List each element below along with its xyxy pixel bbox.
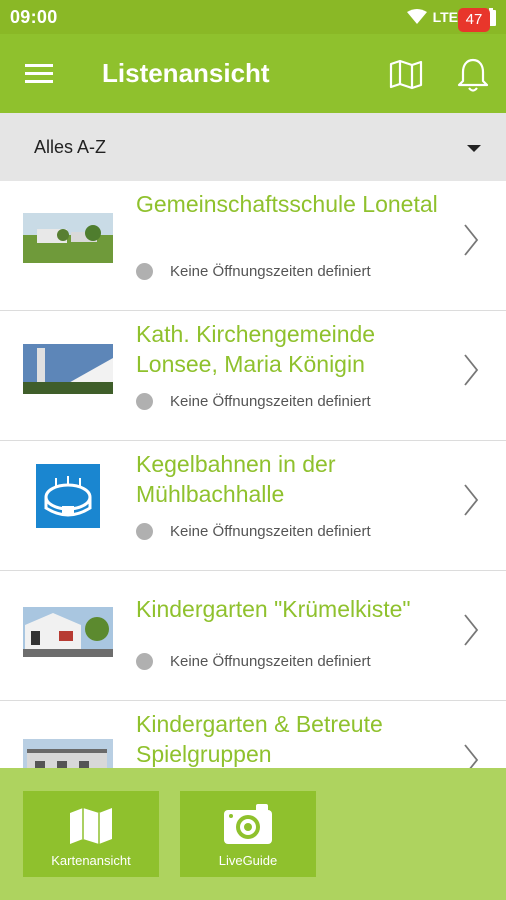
kindergarten-building-photo xyxy=(23,739,113,768)
chevron-right-icon xyxy=(464,224,479,256)
notification-badge[interactable]: 47 xyxy=(458,8,490,32)
list-item[interactable]: Kath. Kirchengemeinde Lonsee, Maria Köni… xyxy=(0,311,506,441)
liveguide-label: LiveGuide xyxy=(218,853,278,868)
status-bar: 09:00 LTE xyxy=(0,0,506,34)
school-photo xyxy=(23,213,113,263)
chevron-right-icon xyxy=(464,614,479,646)
liveguide-button[interactable]: LiveGuide xyxy=(180,791,316,877)
wifi-icon xyxy=(406,9,427,24)
bottom-bar: Kartenansicht LiveGuide xyxy=(0,768,506,900)
sort-filter-dropdown[interactable]: Alles A-Z xyxy=(0,113,506,181)
bell-icon[interactable] xyxy=(455,54,491,94)
opening-hours: Keine Öffnungszeiten definiert xyxy=(136,651,371,671)
chevron-right-icon xyxy=(464,484,479,516)
opening-hours: Keine Öffnungszeiten definiert xyxy=(136,261,371,281)
list-item[interactable]: Kindergarten "Krümelkiste" Keine Öffnung… xyxy=(0,571,506,701)
sort-filter-value: Alles A-Z xyxy=(34,137,107,157)
item-name: Kath. Kirchengemeinde Lonsee, Maria Köni… xyxy=(136,321,376,377)
app-bar: Listenansicht xyxy=(0,34,506,113)
status-dot xyxy=(136,652,153,670)
map-view-label: Kartenansicht xyxy=(51,853,131,868)
poi-list: Gemeinschaftsschule Lonetal Keine Öffnun… xyxy=(0,181,506,768)
stadium-icon xyxy=(36,464,100,528)
list-item[interactable]: Kegelbahnen in der Mühlbachhalle Keine Ö… xyxy=(0,441,506,571)
opening-hours: Keine Öffnungszeiten definiert xyxy=(136,521,371,541)
opening-hours-text: Keine Öffnungszeiten definiert xyxy=(170,392,371,410)
item-name: Kindergarten "Krümelkiste" xyxy=(136,596,411,622)
kindergarten-photo xyxy=(23,607,113,657)
item-name: Kindergarten & Betreute Spielgruppen xyxy=(136,711,383,767)
caret-down-icon xyxy=(467,145,481,152)
map-view-button[interactable]: Kartenansicht xyxy=(23,791,159,877)
item-name: Gemeinschaftsschule Lonetal xyxy=(136,191,438,217)
list-item[interactable]: Kindergarten & Betreute Spielgruppen xyxy=(0,701,506,768)
opening-hours: Keine Öffnungszeiten definiert xyxy=(136,391,371,411)
folded-map-icon xyxy=(70,808,112,844)
chevron-right-icon xyxy=(464,354,479,386)
opening-hours-text: Keine Öffnungszeiten definiert xyxy=(170,522,371,540)
church-photo xyxy=(23,344,113,394)
status-dot xyxy=(136,262,153,280)
network-type: LTE xyxy=(432,9,458,25)
list-item[interactable]: Gemeinschaftsschule Lonetal Keine Öffnun… xyxy=(0,181,506,311)
status-dot xyxy=(136,522,153,540)
page-title: Listenansicht xyxy=(102,58,270,88)
map-icon[interactable] xyxy=(388,58,424,90)
opening-hours-text: Keine Öffnungszeiten definiert xyxy=(170,262,371,280)
menu-icon[interactable] xyxy=(23,61,55,87)
opening-hours-text: Keine Öffnungszeiten definiert xyxy=(170,652,371,670)
chevron-right-icon xyxy=(464,744,479,768)
status-time: 09:00 xyxy=(10,7,58,27)
item-name: Kegelbahnen in der Mühlbachhalle xyxy=(136,451,336,507)
camera-icon xyxy=(224,804,272,844)
status-dot xyxy=(136,392,153,410)
